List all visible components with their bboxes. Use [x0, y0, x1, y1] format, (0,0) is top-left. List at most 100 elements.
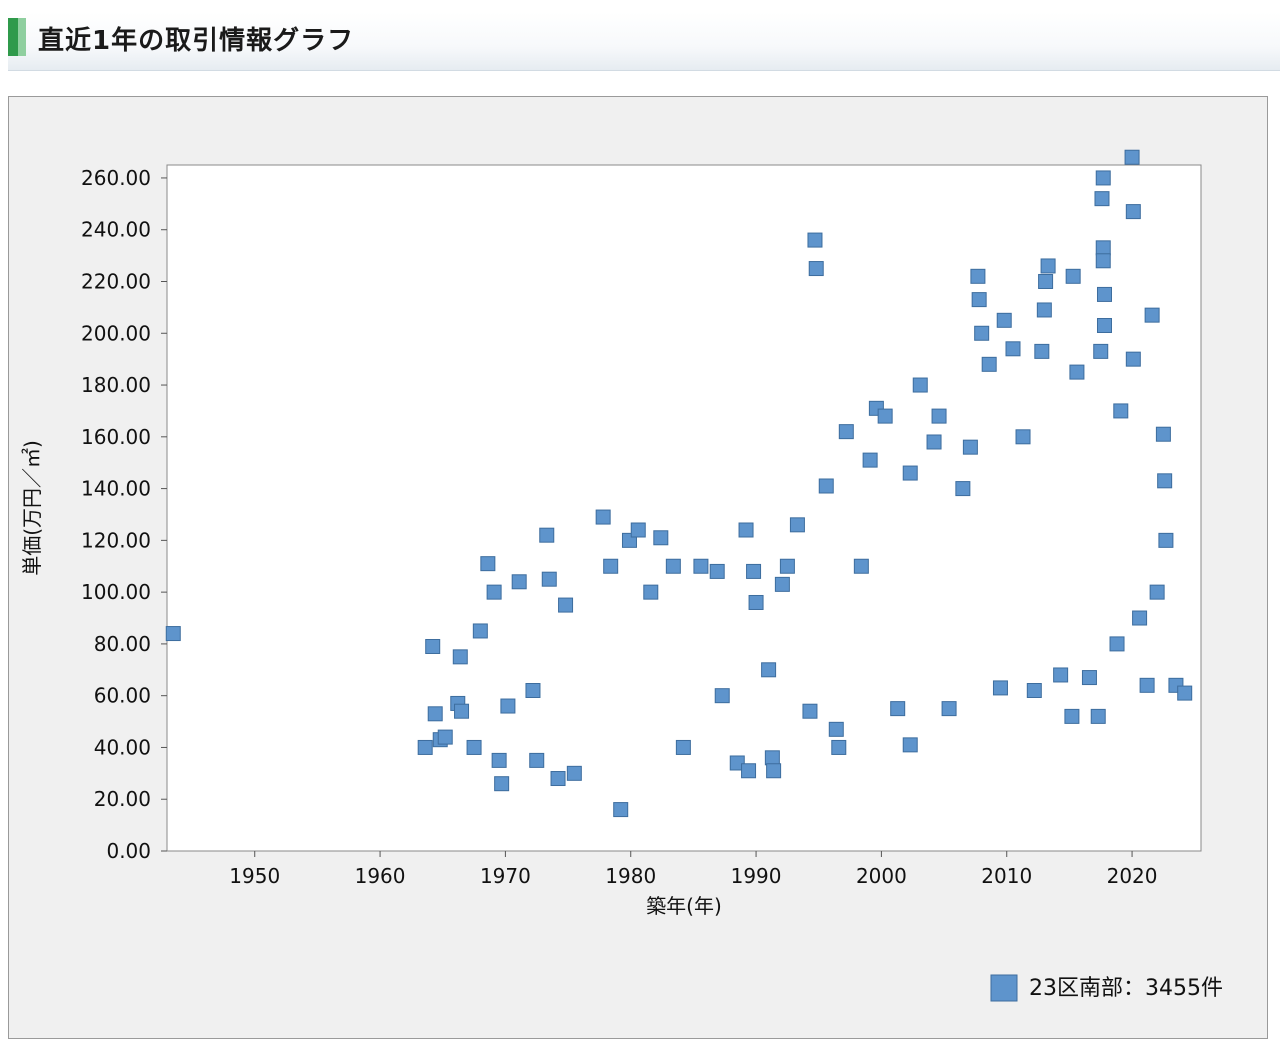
data-point [902, 465, 918, 481]
x-tick-label: 1960 [355, 864, 406, 888]
y-tick-label: 60.00 [94, 684, 151, 708]
header-accent-bar [8, 18, 26, 56]
y-tick-label: 260.00 [81, 166, 151, 190]
data-point [675, 739, 691, 755]
data-point [996, 312, 1012, 328]
data-point [1139, 677, 1155, 693]
data-point [764, 750, 780, 766]
y-tick-label: 220.00 [81, 269, 151, 293]
data-point [1015, 429, 1031, 445]
data-point [427, 706, 443, 722]
data-point [643, 584, 659, 600]
x-tick-label: 2020 [1107, 864, 1158, 888]
data-point [992, 680, 1008, 696]
data-point [1005, 341, 1021, 357]
data-point [437, 729, 453, 745]
data-point [1093, 343, 1109, 359]
data-point [828, 721, 844, 737]
scatter-chart: 0.00 20.00 40.00 60.00 80.00 100.00 120.00 140.… [20, 149, 1223, 1002]
data-point [511, 574, 527, 590]
data-point [491, 752, 507, 768]
data-point [665, 558, 681, 574]
data-point [466, 739, 482, 755]
y-tick-label: 40.00 [94, 735, 151, 759]
data-point [912, 377, 928, 393]
section-header: 直近1年の取引情報グラフ [8, 12, 1280, 71]
data-point [1094, 191, 1110, 207]
x-tick-label: 1980 [605, 864, 656, 888]
data-point [838, 424, 854, 440]
data-point [500, 698, 516, 714]
data-point [853, 558, 869, 574]
data-point [1069, 364, 1085, 380]
data-point [709, 563, 725, 579]
data-point [890, 701, 906, 717]
data-point [818, 478, 834, 494]
data-point [831, 739, 847, 755]
data-point [1177, 685, 1193, 701]
data-point [550, 771, 566, 787]
y-tick-label: 20.00 [94, 787, 151, 811]
data-point [808, 261, 824, 277]
data-point [941, 701, 957, 717]
chart-panel: 0.00 20.00 40.00 60.00 80.00 100.00 120.00 140.… [8, 96, 1268, 1039]
y-tick-label: 160.00 [81, 425, 151, 449]
y-axis-label: 単価(万円／㎡) [20, 440, 44, 576]
data-point [774, 576, 790, 592]
data-point [1132, 610, 1148, 626]
data-point [766, 763, 782, 779]
x-tick-label: 1950 [229, 864, 280, 888]
x-tick-label: 1970 [480, 864, 531, 888]
data-point [902, 737, 918, 753]
data-point [1090, 708, 1106, 724]
data-point [1053, 667, 1069, 683]
data-point [558, 597, 574, 613]
data-point [1149, 584, 1165, 600]
data-point [931, 408, 947, 424]
data-point [529, 752, 545, 768]
x-tick-label: 1990 [731, 864, 782, 888]
y-tick-label: 100.00 [81, 580, 151, 604]
data-point [970, 268, 986, 284]
data-point [981, 356, 997, 372]
data-point [1040, 258, 1056, 274]
data-point [955, 481, 971, 497]
data-point [748, 594, 764, 610]
data-point [974, 325, 990, 341]
data-point [862, 452, 878, 468]
x-axis-label: 築年(年) [646, 894, 722, 918]
data-point [603, 558, 619, 574]
x-tick-label: 2000 [856, 864, 907, 888]
page-title: 直近1年の取引情報グラフ [38, 26, 355, 56]
data-point [525, 683, 541, 699]
data-point [653, 530, 669, 546]
data-point [452, 649, 468, 665]
legend-swatch [990, 974, 1018, 1002]
data-point [539, 527, 555, 543]
data-point [494, 776, 510, 792]
data-point [926, 434, 942, 450]
data-point [1095, 240, 1111, 256]
y-tick-label: 180.00 [81, 373, 151, 397]
data-point [1157, 473, 1173, 489]
x-tick-label: 2010 [981, 864, 1032, 888]
data-point [1034, 343, 1050, 359]
data-point [1095, 170, 1111, 186]
data-point [1064, 708, 1080, 724]
data-point [630, 522, 646, 538]
data-point [566, 765, 582, 781]
y-tick-label: 80.00 [94, 632, 151, 656]
data-point [472, 623, 488, 639]
data-point [1125, 351, 1141, 367]
data-point [1109, 636, 1125, 652]
data-point [802, 703, 818, 719]
data-point [486, 584, 502, 600]
data-point [1038, 273, 1054, 289]
data-point [1125, 204, 1141, 220]
y-tick-label: 0.00 [106, 839, 151, 863]
y-tick-label: 240.00 [81, 218, 151, 242]
data-point [1155, 426, 1171, 442]
data-point [738, 522, 754, 538]
data-point [1096, 317, 1112, 333]
data-point [480, 556, 496, 572]
